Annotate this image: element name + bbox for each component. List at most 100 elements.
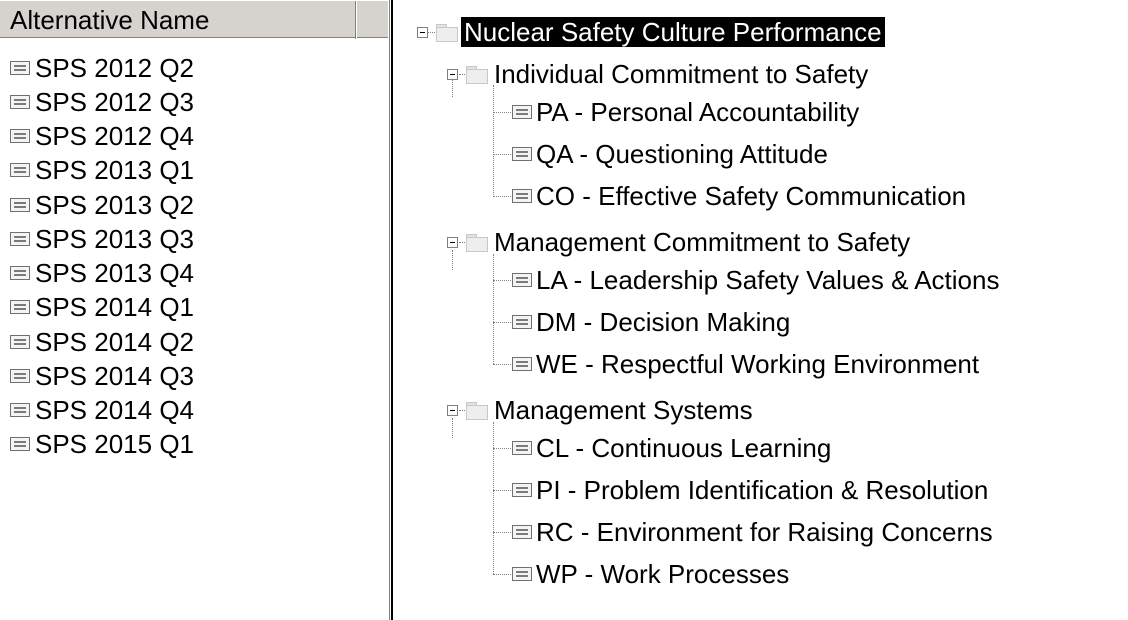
list-item-label: SPS 2013 Q3 (35, 223, 194, 254)
alternative-icon (9, 299, 31, 316)
tree-node-label: WP - Work Processes (536, 559, 790, 589)
alternative-icon (9, 334, 31, 351)
collapse-toggle-group[interactable] (447, 69, 458, 80)
criterion-icon (511, 566, 533, 583)
folder-icon (435, 23, 458, 42)
tree-node-label: PA - Personal Accountability (536, 97, 860, 127)
list-item[interactable]: SPS 2012 Q3 (0, 85, 388, 119)
alternative-icon (9, 402, 31, 419)
list-item-label: SPS 2014 Q4 (35, 395, 194, 426)
criterion-icon (511, 524, 533, 541)
list-item-label: SPS 2013 Q4 (35, 258, 194, 289)
column-header-alternative-name[interactable]: Alternative Name (0, 0, 388, 39)
alternative-icon (9, 436, 31, 453)
tree-connector (493, 196, 511, 197)
tree-connector (493, 280, 511, 281)
criterion-icon (511, 440, 533, 457)
criterion-icon (511, 314, 533, 331)
tree-node-label: QA - Questioning Attitude (536, 139, 828, 169)
pane-splitter[interactable] (389, 0, 393, 620)
list-item[interactable]: SPS 2014 Q4 (0, 394, 388, 428)
list-item[interactable]: SPS 2014 Q3 (0, 359, 388, 393)
list-item-label: SPS 2013 Q1 (35, 155, 194, 186)
list-item[interactable]: SPS 2013 Q2 (0, 188, 388, 222)
tree-node-label: CL - Continuous Learning (536, 433, 832, 463)
alternative-icon (9, 60, 31, 77)
tree-node-leaf[interactable]: WP - Work Processes (511, 557, 792, 591)
tree-node-leaf[interactable]: RC - Environment for Raising Concerns (511, 515, 996, 549)
list-item[interactable]: SPS 2013 Q3 (0, 222, 388, 256)
tree-connector (452, 77, 453, 97)
list-item-label: SPS 2012 Q3 (35, 86, 194, 117)
list-item-label: SPS 2014 Q3 (35, 360, 194, 391)
tree-node-leaf[interactable]: CL - Continuous Learning (511, 431, 834, 465)
objectives-tree: Nuclear Safety Culture Performance Indiv… (400, 0, 1128, 620)
tree-node-leaf[interactable]: LA - Leadership Safety Values & Actions (511, 263, 1002, 297)
tree-connector (493, 574, 511, 575)
list-item[interactable]: SPS 2012 Q4 (0, 120, 388, 154)
tree-node-label: Management Systems (494, 395, 753, 425)
tree-connector (493, 532, 511, 533)
column-header-label: Alternative Name (10, 5, 210, 35)
tree-node-label: Management Commitment to Safety (494, 227, 911, 257)
alternative-icon (9, 265, 31, 282)
tree-connector (493, 154, 511, 155)
tree-connector (493, 448, 511, 449)
tree-connector (452, 250, 453, 270)
collapse-toggle-root[interactable] (417, 27, 428, 38)
tree-connector (493, 490, 511, 491)
list-item-label: SPS 2012 Q2 (35, 52, 194, 83)
list-item-label: SPS 2014 Q1 (35, 292, 194, 323)
tree-node-leaf[interactable]: PI - Problem Identification & Resolution (511, 473, 991, 507)
tree-node-root[interactable]: Nuclear Safety Culture Performance (435, 15, 885, 49)
alternative-icon (9, 368, 31, 385)
collapse-toggle-group[interactable] (447, 405, 458, 416)
tree-node-label: CO - Effective Safety Communication (536, 181, 967, 211)
tree-node-label: WE - Respectful Working Environment (536, 349, 980, 379)
folder-icon (465, 65, 488, 84)
list-item-label: SPS 2012 Q4 (35, 121, 194, 152)
tree-connector (493, 112, 511, 113)
list-item[interactable]: SPS 2014 Q1 (0, 291, 388, 325)
tree-node-group[interactable]: Individual Commitment to Safety (465, 57, 871, 91)
alternative-icon (9, 231, 31, 248)
list-item[interactable]: SPS 2013 Q1 (0, 154, 388, 188)
criterion-icon (511, 188, 533, 205)
tree-node-leaf[interactable]: CO - Effective Safety Communication (511, 179, 969, 213)
criterion-icon (511, 356, 533, 373)
list-item[interactable]: SPS 2012 Q2 (0, 51, 388, 85)
tree-node-leaf[interactable]: WE - Respectful Working Environment (511, 347, 982, 381)
list-item[interactable]: SPS 2014 Q2 (0, 325, 388, 359)
tree-node-leaf[interactable]: QA - Questioning Attitude (511, 137, 831, 171)
tree-connector (493, 322, 511, 323)
list-item[interactable]: SPS 2015 Q1 (0, 428, 388, 462)
tree-node-label: PI - Problem Identification & Resolution (536, 475, 989, 505)
column-resize-handle[interactable] (355, 1, 357, 39)
list-item[interactable]: SPS 2013 Q4 (0, 257, 388, 291)
list-item-label: SPS 2015 Q1 (35, 429, 194, 460)
tree-connector (427, 32, 435, 33)
list-item-label: SPS 2014 Q2 (35, 326, 194, 357)
tree-node-label: LA - Leadership Safety Values & Actions (536, 265, 1000, 295)
tree-connector (452, 418, 453, 438)
collapse-toggle-group[interactable] (447, 237, 458, 248)
tree-node-leaf[interactable]: DM - Decision Making (511, 305, 793, 339)
tree-node-leaf[interactable]: PA - Personal Accountability (511, 95, 862, 129)
criterion-icon (511, 104, 533, 121)
alternative-icon (9, 128, 31, 145)
folder-icon (465, 233, 488, 252)
tree-node-label: DM - Decision Making (536, 307, 791, 337)
criterion-icon (511, 482, 533, 499)
tree-node-group[interactable]: Management Systems (465, 393, 756, 427)
alternatives-list: SPS 2012 Q2 SPS 2012 Q3 SPS 2012 Q4 SPS … (0, 51, 388, 462)
tree-connector (493, 422, 494, 574)
tree-connector (493, 85, 494, 195)
tree-connector (493, 254, 494, 364)
alternative-icon (9, 197, 31, 214)
tree-node-label: Nuclear Safety Culture Performance (461, 17, 885, 47)
tree-connector (493, 364, 511, 365)
tree-node-group[interactable]: Management Commitment to Safety (465, 225, 913, 259)
alternative-icon (9, 94, 31, 111)
tree-node-label: RC - Environment for Raising Concerns (536, 517, 993, 547)
alternative-icon (9, 162, 31, 179)
